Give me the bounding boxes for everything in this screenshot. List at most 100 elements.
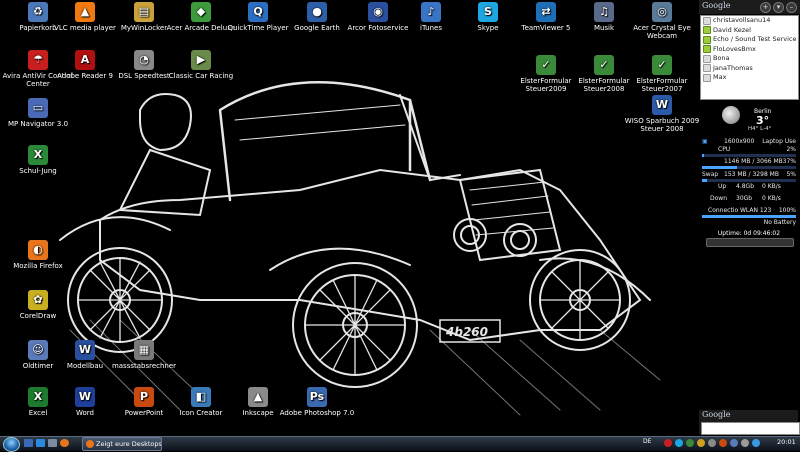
- network-label: Connectio: [708, 207, 739, 214]
- volume-tray-icon[interactable]: [741, 439, 749, 447]
- contact-item[interactable]: christavollsanu14: [701, 16, 798, 26]
- sidebar-add-icon[interactable]: +: [760, 2, 771, 13]
- contact-item[interactable]: Echo / Sound Test Service: [701, 35, 798, 45]
- sidebar-minimize-icon[interactable]: –: [786, 2, 797, 13]
- download-total: 30Gb: [736, 195, 753, 202]
- desktop-shortcut[interactable]: X Schul-Jung: [0, 145, 76, 175]
- switch-windows-icon[interactable]: [48, 439, 57, 447]
- download-label: Down: [710, 195, 728, 202]
- ram-percent: 37%: [782, 158, 796, 165]
- cpu-icon: ▣: [702, 138, 708, 145]
- cpu-label: CPU: [718, 146, 731, 153]
- network-tray-icon[interactable]: [686, 439, 694, 447]
- antivirus-tray-icon[interactable]: [664, 439, 672, 447]
- skype-tray-icon[interactable]: [675, 439, 683, 447]
- google-search-input[interactable]: [701, 422, 800, 435]
- cpu-percent: 2%: [786, 146, 796, 153]
- media-controls[interactable]: [706, 238, 794, 247]
- desktop-shortcut-label: massstabsrechner: [111, 362, 177, 370]
- globe-icon: ●: [307, 2, 327, 22]
- contact-name: Echo / Sound Test Service: [713, 35, 797, 43]
- scanner-icon: ▭: [28, 98, 48, 118]
- coreldraw-icon: ✿: [28, 290, 48, 310]
- presence-status-icon: [703, 54, 711, 63]
- desktop-shortcut-label: Adobe Photoshop 7.0: [279, 409, 355, 417]
- contact-item[interactable]: JanaThomas: [701, 64, 798, 74]
- internet-explorer-icon[interactable]: [36, 439, 45, 447]
- contact-item[interactable]: Bona: [701, 54, 798, 64]
- cpu-bar-fill: [702, 154, 704, 157]
- music-note-icon: ♪: [421, 2, 441, 22]
- svg-text:4b260: 4b260: [445, 325, 488, 339]
- sidebar-menu-icon[interactable]: ▾: [773, 2, 784, 13]
- upload-total: 4.8Gb: [736, 183, 754, 190]
- show-desktop-icon[interactable]: [24, 439, 33, 447]
- swap-usage: 153 MB / 3298 MB: [724, 171, 779, 178]
- tax-form-icon: ✓: [536, 55, 556, 75]
- weather-range: H4° L-4°: [748, 126, 772, 132]
- upload-label: Up: [718, 183, 727, 190]
- excel-doc-icon: X: [28, 145, 48, 165]
- update-tray-icon[interactable]: [719, 439, 727, 447]
- presence-status-icon: [703, 35, 711, 44]
- desktop-shortcut[interactable]: W WISO Sparbuch 2009 Steuer 2008: [624, 95, 700, 133]
- contact-name: David Kezel: [713, 25, 751, 34]
- firefox-icon: [86, 440, 94, 448]
- usb-tray-icon[interactable]: [708, 439, 716, 447]
- desktop-shortcut[interactable]: ◐ Mozilla Firefox: [0, 240, 76, 270]
- firefox-icon: ◐: [28, 240, 48, 260]
- language-indicator[interactable]: DE: [643, 438, 651, 445]
- presence-status-icon: [703, 73, 711, 82]
- desktop-shortcut[interactable]: ◎ Acer Crystal Eye Webcam: [624, 2, 700, 40]
- contact-name: christavollsanu14: [713, 16, 771, 24]
- desktop-shortcut[interactable]: ✓ ElsterFormular Steuer2007: [624, 55, 700, 93]
- taskbar-clock[interactable]: 20:01: [777, 438, 796, 446]
- presence-status-icon: [703, 16, 711, 25]
- skype-icon: S: [478, 2, 498, 22]
- system-meter-gadget: ▣ 1600x900 Laptop Use CPU 2% 1146 MB / 3…: [700, 138, 798, 245]
- firefox-quicklaunch-icon[interactable]: [60, 439, 69, 447]
- presence-status-icon: [703, 45, 711, 54]
- vlc-cone-icon: ▲: [75, 2, 95, 22]
- desktop-shortcut[interactable]: Ps Adobe Photoshop 7.0: [279, 387, 355, 417]
- webcam-icon: ◎: [652, 2, 672, 22]
- bluetooth-tray-icon[interactable]: [730, 439, 738, 447]
- inkscape-icon: ▲: [248, 387, 268, 407]
- camera-badge-icon: ◉: [368, 2, 388, 22]
- upload-rate: 0 KB/s: [762, 183, 781, 190]
- desktop-shortcut-label: Acer Crystal Eye Webcam: [633, 24, 691, 40]
- presence-status-icon: [703, 64, 711, 73]
- icon-creator-icon: ◧: [191, 387, 211, 407]
- desktop-shortcut[interactable]: ▭ MP Navigator 3.0: [0, 98, 76, 128]
- desktop-shortcut-label: MP Navigator 3.0: [7, 120, 69, 128]
- contact-name: FloLovesBmx: [713, 44, 756, 53]
- swap-percent: 5%: [786, 171, 796, 178]
- contact-item[interactable]: FloLovesBmx: [701, 45, 798, 55]
- taskbar-window-firefox[interactable]: Zeigt eure Desktops ...: [82, 437, 162, 451]
- desktop-shortcut[interactable]: ▶ Classic Car Racing: [163, 50, 239, 80]
- desktop-shortcut-label: Mozilla Firefox: [13, 262, 63, 270]
- desktop-shortcut[interactable]: ✿ CorelDraw: [0, 290, 76, 320]
- moon-icon: [722, 106, 740, 124]
- swap-bar: [702, 179, 796, 182]
- pdf-icon: A: [75, 50, 95, 70]
- ram-bar-fill: [702, 166, 737, 169]
- excel-icon: X: [28, 387, 48, 407]
- contact-item[interactable]: David Kezel: [701, 26, 798, 36]
- network-bar: [702, 215, 796, 218]
- contact-item[interactable]: Max: [701, 73, 798, 83]
- presence-status-icon: [703, 26, 711, 35]
- desktop-shortcut[interactable]: ▦ massstabsrechner: [106, 340, 182, 370]
- contacts-gadget: christavollsanu14 David Kezel Echo / Sound…: [700, 15, 799, 100]
- desktop-shortcut-label: CorelDraw: [19, 312, 57, 320]
- weather-gadget[interactable]: Berlin 3° H4° L-4°: [720, 104, 798, 134]
- network-percent: 100%: [778, 207, 796, 214]
- user-folder-icon: ☺: [28, 340, 48, 360]
- teamviewer-icon: ⇄: [536, 2, 556, 22]
- battery-status: No Battery: [763, 219, 796, 226]
- wlan-tray-icon[interactable]: [752, 439, 760, 447]
- uptime-label: Uptime: 0d 09:46:02: [717, 230, 781, 237]
- recycle-bin-icon: ♻: [28, 2, 48, 22]
- taskbar-window-title: Zeigt eure Desktops ...: [96, 440, 162, 448]
- security-tray-icon[interactable]: [697, 439, 705, 447]
